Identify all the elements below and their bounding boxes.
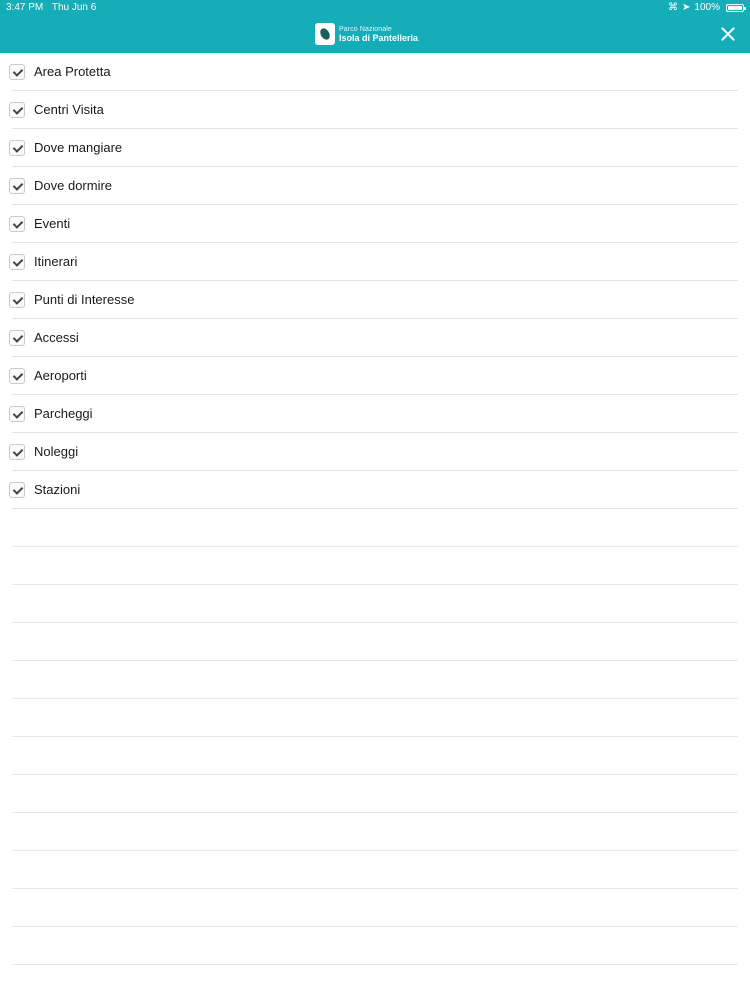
filter-row[interactable]: Dove dormire bbox=[0, 167, 750, 205]
battery-percent: 100% bbox=[694, 2, 720, 13]
filter-row[interactable]: Accessi bbox=[0, 319, 750, 357]
filter-checkbox[interactable] bbox=[9, 216, 25, 232]
empty-row bbox=[0, 699, 750, 737]
filter-checkbox[interactable] bbox=[9, 254, 25, 270]
filter-checkbox[interactable] bbox=[9, 482, 25, 498]
filter-checkbox[interactable] bbox=[9, 140, 25, 156]
filter-row[interactable]: Stazioni bbox=[0, 471, 750, 509]
filter-row[interactable]: Parcheggi bbox=[0, 395, 750, 433]
empty-row bbox=[0, 585, 750, 623]
status-bar: 3:47 PM Thu Jun 6 ⌘ ➤ 100% bbox=[0, 0, 750, 16]
filter-checkbox[interactable] bbox=[9, 444, 25, 460]
filter-label: Itinerari bbox=[34, 254, 78, 269]
empty-row bbox=[0, 623, 750, 661]
empty-row bbox=[0, 813, 750, 851]
location-icon: ➤ bbox=[682, 2, 691, 13]
empty-row bbox=[0, 927, 750, 965]
filter-checkbox[interactable] bbox=[9, 330, 25, 346]
filter-label: Area Protetta bbox=[34, 64, 111, 79]
empty-row bbox=[0, 737, 750, 775]
filter-label: Stazioni bbox=[34, 482, 81, 497]
filter-checkbox[interactable] bbox=[9, 102, 25, 118]
empty-row bbox=[0, 889, 750, 927]
filter-label: Noleggi bbox=[34, 444, 79, 459]
filter-checkbox[interactable] bbox=[9, 368, 25, 384]
filter-label: Eventi bbox=[34, 216, 71, 231]
filter-checkbox[interactable] bbox=[9, 406, 25, 422]
empty-row bbox=[0, 509, 750, 547]
filter-row[interactable]: Itinerari bbox=[0, 243, 750, 281]
filter-checkbox[interactable] bbox=[9, 178, 25, 194]
filter-row[interactable]: Punti di Interesse bbox=[0, 281, 750, 319]
filter-row[interactable]: Area Protetta bbox=[0, 53, 750, 91]
logo-title: Isola di Pantelleria bbox=[339, 32, 419, 43]
close-icon[interactable] bbox=[720, 26, 736, 42]
status-date: Thu Jun 6 bbox=[51, 2, 97, 13]
empty-row bbox=[0, 547, 750, 585]
empty-row bbox=[0, 775, 750, 813]
logo-subtitle: Parco Nazionale bbox=[339, 25, 392, 33]
status-time: 3:47 PM bbox=[6, 2, 44, 13]
filter-label: Dove mangiare bbox=[34, 140, 123, 155]
wifi-icon: ⌘ bbox=[668, 2, 679, 13]
filter-checkbox[interactable] bbox=[9, 64, 25, 80]
empty-row bbox=[0, 661, 750, 699]
battery-icon bbox=[726, 4, 746, 12]
filter-row[interactable]: Dove mangiare bbox=[0, 129, 750, 167]
empty-row bbox=[0, 851, 750, 889]
filter-label: Accessi bbox=[34, 330, 79, 345]
filter-checkbox[interactable] bbox=[9, 292, 25, 308]
filter-label: Centri Visita bbox=[34, 102, 104, 117]
app-header: 3:47 PM Thu Jun 6 ⌘ ➤ 100% Parco Naziona… bbox=[0, 0, 750, 53]
filter-row[interactable]: Eventi bbox=[0, 205, 750, 243]
filter-row[interactable]: Aeroporti bbox=[0, 357, 750, 395]
filter-label: Punti di Interesse bbox=[34, 292, 135, 307]
filter-list: Area Protetta Centri Visita Dove mangiare D… bbox=[0, 53, 750, 965]
filter-label: Parcheggi bbox=[34, 406, 93, 421]
filter-label: Aeroporti bbox=[34, 368, 87, 383]
logo-mark-icon bbox=[315, 23, 335, 45]
filter-row[interactable]: Centri Visita bbox=[0, 91, 750, 129]
filter-label: Dove dormire bbox=[34, 178, 113, 193]
filter-row[interactable]: Noleggi bbox=[0, 433, 750, 471]
park-logo: Parco Nazionale Isola di Pantelleria bbox=[315, 22, 418, 46]
